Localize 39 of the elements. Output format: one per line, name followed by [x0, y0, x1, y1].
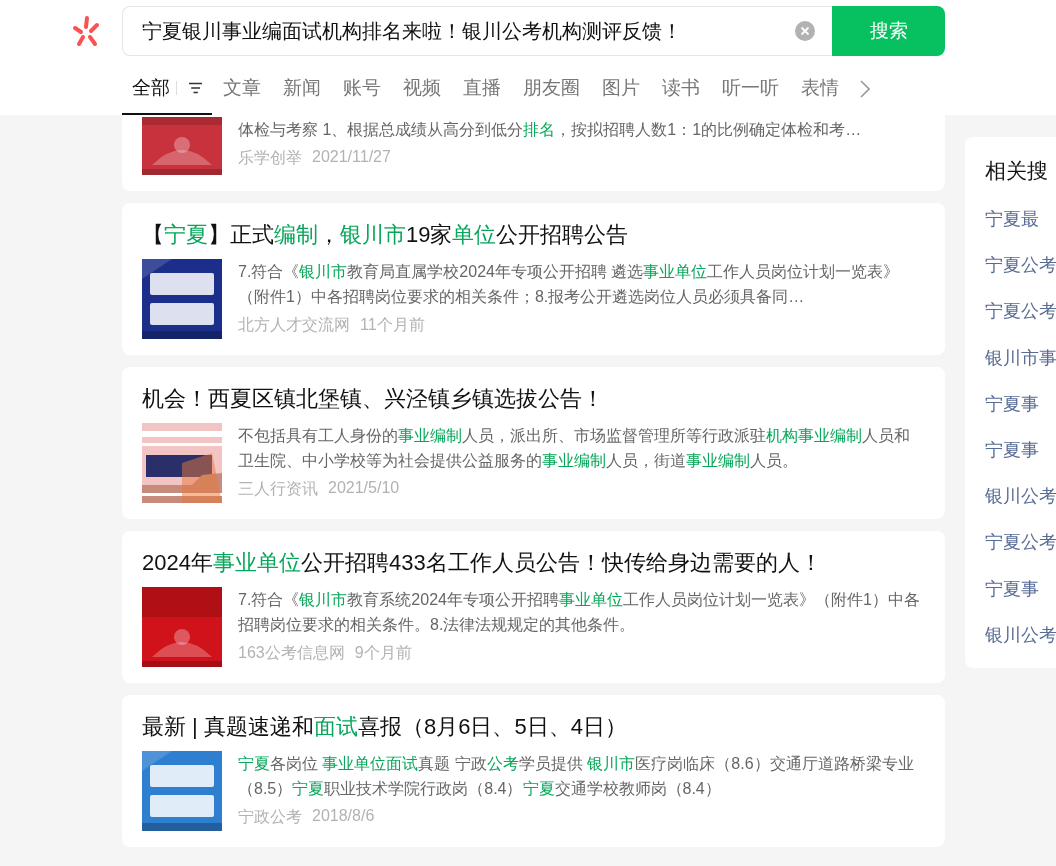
publish-time: 2018/8/6: [312, 807, 375, 826]
search-field[interactable]: 宁夏银川事业编面试机构排名来啦！银川公考机构测评反馈！: [122, 6, 832, 56]
result-snippet: 宁夏各岗位 事业单位面试真题 宁政公考学员提供 银川市医疗岗临床（8.6）交通厅道路桥梁专业（8.5）宁夏职业技术学院行政岗（8.4）宁夏交通学校教师岗（8.4）: [238, 754, 915, 799]
tab[interactable]: 新闻: [272, 62, 332, 115]
tab[interactable]: 读书: [651, 62, 711, 115]
result-snippet: 不包括具有工人身份的事业编制人员，派出所、市场监督管理所等行政派驻机构事业编制人员和卫生院、中小学校等为社会提供公益服务的事业编制人员，街道事业编制人员。: [238, 426, 911, 471]
tab[interactable]: 表情: [790, 62, 850, 115]
related-link[interactable]: 宁夏事: [985, 437, 1056, 485]
tab[interactable]: 图片: [591, 62, 651, 115]
related-link[interactable]: 宁夏公考: [985, 530, 1056, 577]
related-link[interactable]: 宁夏公考: [985, 299, 1056, 346]
chevron-right-icon[interactable]: [860, 79, 870, 98]
result-title[interactable]: 【宁夏】正式编制，银川市19家单位公开招聘公告: [142, 219, 925, 251]
related-link[interactable]: 宁夏最: [985, 207, 1056, 254]
publish-time: 11个月前: [360, 315, 425, 335]
publish-time: 2021/11/27: [312, 148, 391, 167]
result-title[interactable]: 机会！西夏区镇北堡镇、兴泾镇乡镇选拔公告！: [142, 383, 925, 415]
result-snippet: 体检与考察 1、根据总成绩从高分到低分排名，按拟招聘人数1：1的比例确定体检和考…: [238, 120, 863, 140]
tab[interactable]: 账号: [332, 62, 392, 115]
related-link[interactable]: 宁夏事: [985, 391, 1056, 438]
tab[interactable]: 直播: [452, 62, 512, 115]
tab[interactable]: 文章: [212, 62, 272, 115]
clear-icon[interactable]: [795, 21, 815, 41]
result-title[interactable]: 2024年事业单位公开招聘433名工作人员公告！快传给身边需要的人！: [142, 547, 925, 579]
related-link[interactable]: 银川公考: [985, 622, 1056, 668]
related-title: 相关搜: [985, 158, 1049, 184]
result-snippet: 7.符合《银川市教育系统2024年专项公开招聘事业单位工作人员岗位计划一览表》（附件1）中各招聘岗位要求的相关条件。8.法律法规规定的其他条件。: [238, 590, 921, 635]
related-link[interactable]: 宁夏事: [985, 576, 1056, 623]
result-snippet: 7.符合《银川市教育局直属学校2024年专项公开招聘 遴选事业单位工作人员岗位计划一览表》（附件1）中各招聘岗位要求的相关条件；8.报考公开遴选岗位人员必须具备同…: [238, 262, 901, 307]
related-link[interactable]: 银川市事: [985, 345, 1056, 392]
related-link[interactable]: 银川公考: [985, 484, 1056, 531]
related-link[interactable]: 宁夏公考: [985, 253, 1056, 300]
filter-icon[interactable]: [188, 80, 202, 95]
result-title[interactable]: 最新 | 真题速递和面试喜报（8月6日、5日、4日）: [142, 711, 925, 743]
publish-time: 2021/5/10: [328, 479, 400, 498]
tab[interactable]: 朋友圈: [512, 62, 591, 115]
publish-time: 9个月前: [354, 643, 412, 663]
tab[interactable]: 听一听: [711, 62, 790, 115]
tab[interactable]: 视频: [392, 62, 452, 115]
